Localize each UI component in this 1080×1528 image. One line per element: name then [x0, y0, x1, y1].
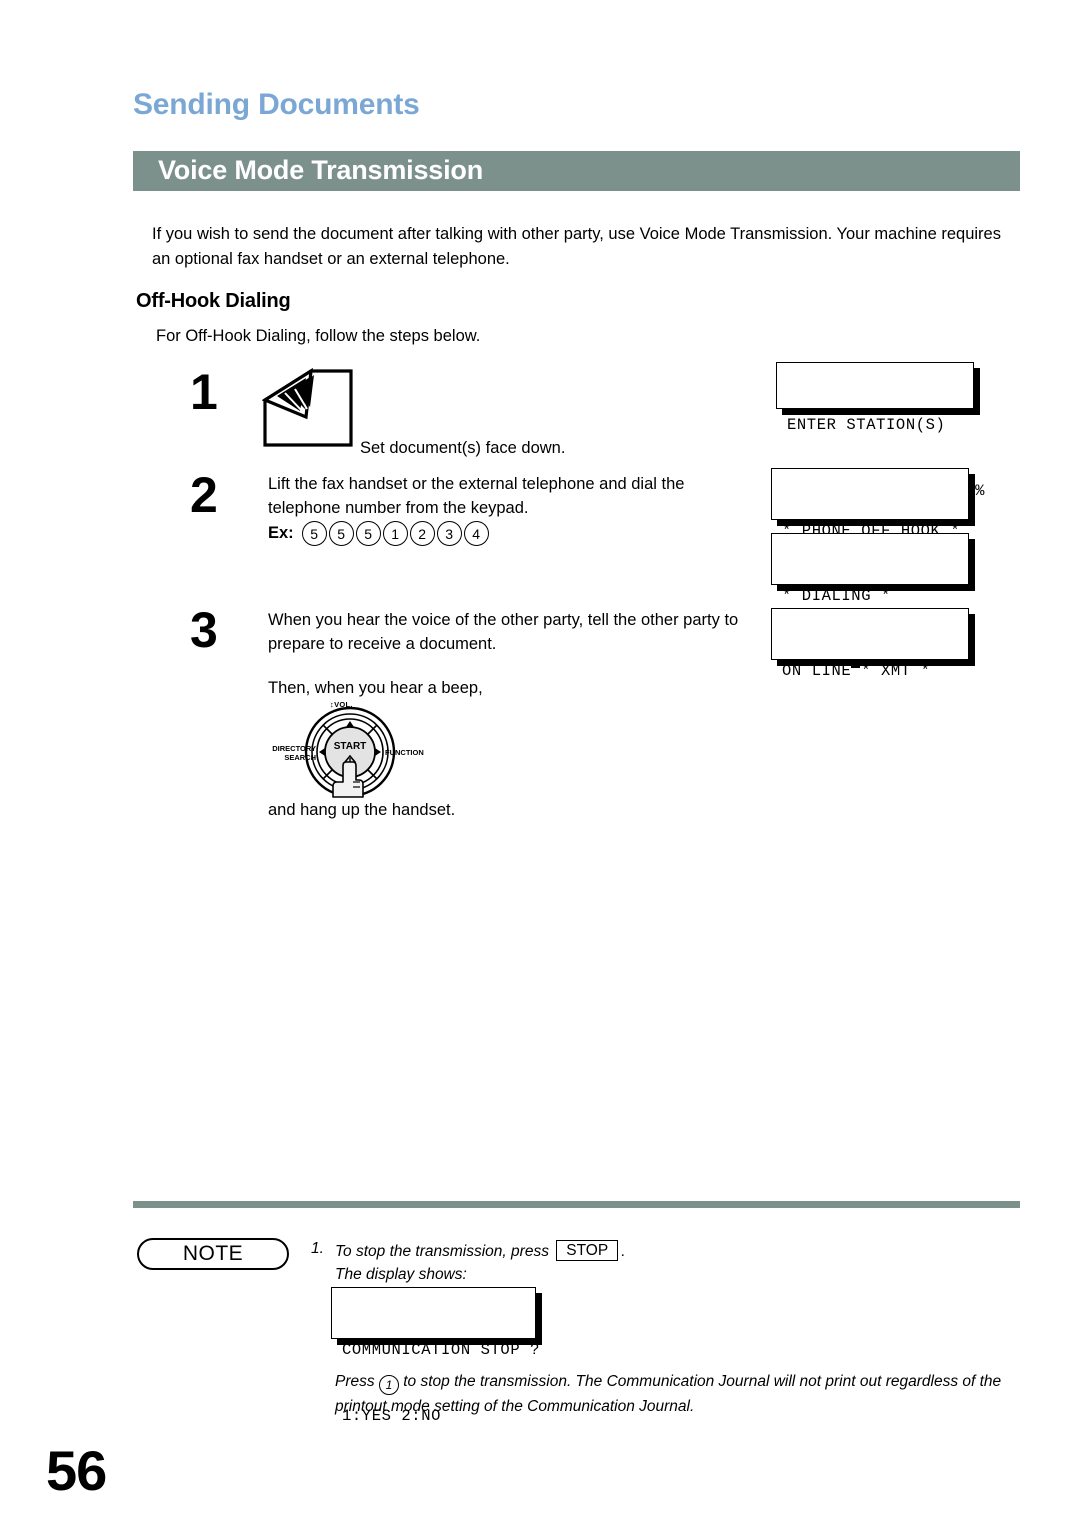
step-3-text: When you hear the voice of the other par… [268, 611, 739, 653]
keypad-key-5b: 5 [328, 521, 354, 546]
note-badge: NOTE [137, 1238, 289, 1270]
note-text-before-key: To stop the transmission, press [335, 1243, 549, 1260]
keypad-key-4: 4 [463, 521, 489, 546]
intro-paragraph: If you wish to send the document after t… [152, 225, 1001, 268]
lcd-line-1: COMMUNICATION STOP ? [342, 1341, 541, 1359]
keypad-key-1-inline: 1 [378, 1375, 399, 1395]
dial-start-label: START [334, 741, 367, 752]
example-label: Ex: [268, 524, 294, 542]
keypad-key-2: 2 [409, 521, 435, 546]
subsection-heading: Off-Hook Dialing [136, 290, 291, 312]
lcd-line-2 [782, 726, 958, 748]
page-number: 56 [46, 1439, 107, 1502]
lcd-line-1: * DIALING * [782, 587, 891, 605]
step-1-number: 1 [190, 364, 218, 420]
step-3-number: 3 [190, 602, 218, 658]
keypad-key-5a: 5 [301, 521, 327, 546]
lcd-on-line-xmt: ON LINE * XMT * [771, 608, 969, 680]
keypad-key-5c: 5 [355, 521, 381, 546]
page-chapter-title: Sending Documents [133, 88, 420, 121]
note-item-number: 1. [311, 1240, 324, 1257]
note-tail-text: Press 1 to stop the transmission. The Co… [335, 1370, 1025, 1419]
note-item-text: To stop the transmission, press STOP. Th… [335, 1240, 1025, 1286]
dial-function-label: FUNCTION [385, 748, 424, 757]
note-divider-rule [133, 1201, 1020, 1208]
lcd-enter-stations: ENTER STATION(S) THEN PRESS START 00% [776, 362, 984, 500]
keypad-key-1: 1 [382, 521, 408, 546]
stop-key-button[interactable]: STOP [556, 1240, 619, 1261]
lcd-communication-stop: COMMUNICATION STOP ? 1:YES 2:NO [331, 1287, 539, 1425]
lcd-phone-off-hook: * PHONE OFF HOOK * [771, 468, 969, 540]
keypad-key-3: 3 [436, 521, 462, 546]
lcd-line-1: ENTER STATION(S) [787, 416, 946, 434]
lcd-line-1: ON LINE * XMT * [782, 662, 931, 680]
note-display-intro: The display shows: [335, 1266, 467, 1283]
note-tail-before-key: Press [335, 1373, 375, 1390]
dial-vol-label: ↕VOL. [330, 700, 353, 709]
section-title: Voice Mode Transmission [158, 154, 483, 185]
section-header-bar: Voice Mode Transmission [133, 151, 1020, 191]
step-1-caption: Set document(s) face down. [360, 439, 566, 457]
step-2-text: Lift the fax handset or the external tel… [268, 475, 685, 517]
note-text-after-key: . [621, 1243, 626, 1260]
document-face-down-icon [261, 367, 354, 448]
note-badge-label: NOTE [182, 1242, 244, 1265]
step-3-after-text: and hang up the handset. [268, 801, 456, 819]
procedure-lead-in: For Off-Hook Dialing, follow the steps b… [156, 327, 481, 345]
note-tail-after-key: to stop the transmission. The Communicat… [335, 1373, 1002, 1415]
dial-directory-search-label: DIRECTORY SEARCH [272, 744, 316, 762]
lcd-dialing: * DIALING * 5551234 [771, 533, 969, 671]
step-2-number: 2 [190, 467, 218, 523]
keypad-example: Ex: 5 5 5 1 2 3 4 [268, 521, 489, 546]
